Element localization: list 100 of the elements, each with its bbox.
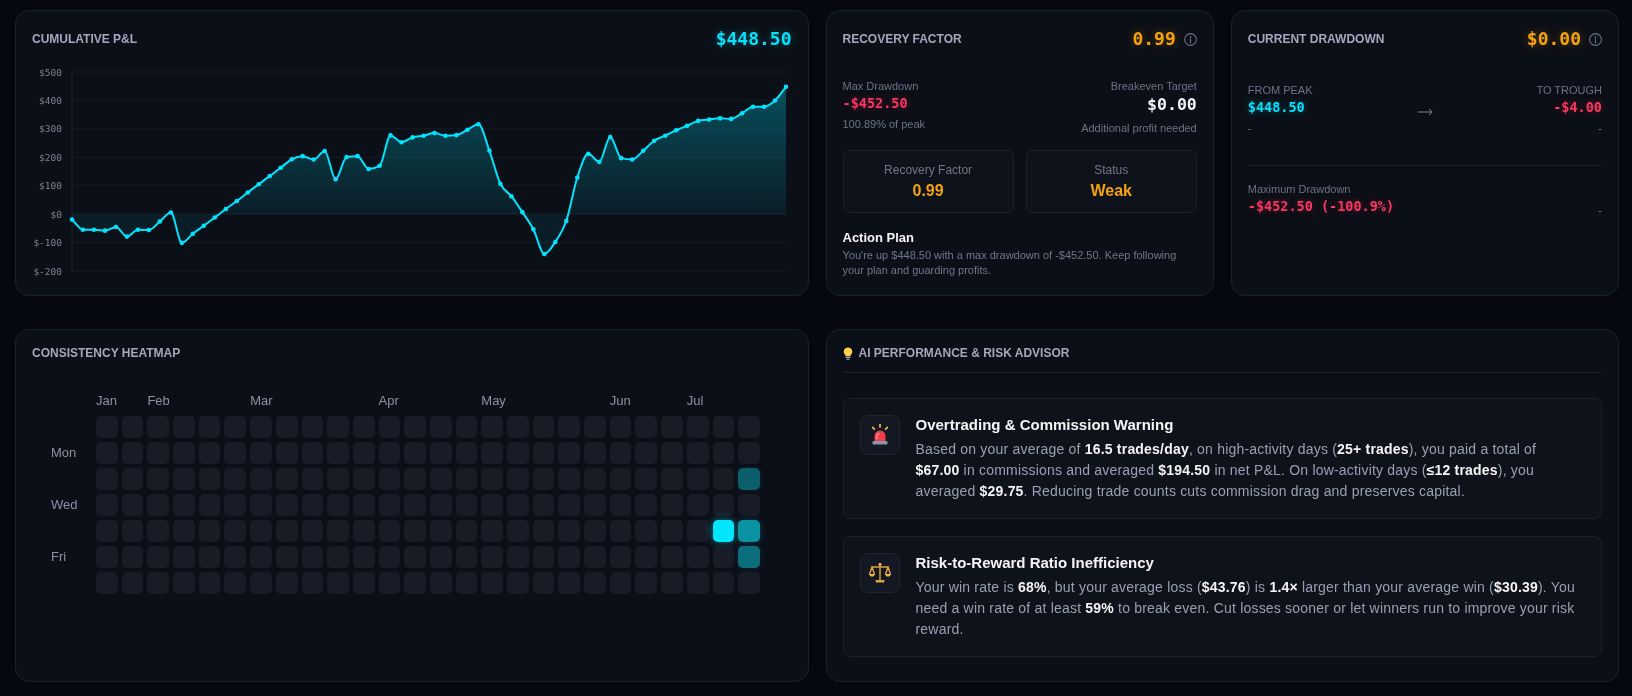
data-point [124, 234, 130, 239]
data-point [607, 134, 613, 140]
data-point [695, 118, 701, 124]
metric-label: Breakeven Target [1110, 79, 1197, 93]
total-pnl-value: $448.50 [715, 27, 792, 51]
metric-label: TO TROUGH [1536, 83, 1602, 97]
insight-title: Overtrading & Commission Warning [915, 415, 1175, 435]
data-point [465, 127, 470, 132]
data-point [311, 157, 316, 162]
month-label: Jun [609, 393, 631, 409]
data-point [520, 209, 525, 215]
data-point [190, 231, 196, 237]
data-point [223, 206, 229, 212]
data-point [256, 182, 262, 187]
data-point [399, 139, 404, 145]
data-point [135, 227, 141, 233]
metric-label: Max Drawdown [842, 79, 919, 93]
y-axis-label: $300 [39, 123, 62, 135]
data-point [640, 148, 646, 154]
data-point [553, 239, 558, 245]
y-axis-label: $400 [39, 94, 62, 106]
weekday-label: Wed [51, 497, 78, 514]
data-point [432, 130, 437, 136]
data-point [564, 218, 569, 224]
max-drawdown-value: -$452.50 [842, 94, 908, 113]
metric-note: Additional profit needed [1081, 120, 1197, 135]
metric-label: Maximum Drawdown [1247, 181, 1352, 196]
data-point [684, 123, 690, 129]
peak-value: $448.50 [1247, 98, 1305, 117]
data-point [586, 151, 591, 157]
data-point [322, 148, 327, 154]
data-point [421, 133, 426, 138]
data-point [212, 215, 218, 220]
data-point [531, 226, 536, 232]
data-point [113, 224, 119, 230]
y-axis-label: $0 [50, 208, 62, 220]
stat-label: Recovery Factor [884, 161, 973, 178]
card-title: AI PERFORMANCE & RISK ADVISOR [858, 345, 1070, 361]
y-axis-label: $-200 [33, 265, 62, 277]
insight-text: Your win rate is 68%, but your average loss ($43.76) is 1.4× larger than your average win ($30.39). You need a win rate of at least 59% to break even. Cut losses sooner or let winners run to improve your risk reward. [915, 578, 1576, 639]
data-point [443, 133, 448, 138]
action-plan-text: You're up $448.50 with a max drawdown of -$452.50. Keep following your plan and guarding profits. [842, 247, 1178, 278]
insight-text: Based on your average of 16.5 trades/day, on high-activity days (25+ trades), you paid a total of $67.00 in commissions and averaged $194.50 in net P&L. On low-activity days (≤12 trades), you averaged $29.75. Reducing trade counts cuts commission drag and preserves capital. [915, 440, 1538, 501]
weekday-label: Fri [51, 549, 67, 566]
metric-note: - [1598, 120, 1602, 135]
data-point [498, 181, 503, 186]
data-point [575, 175, 580, 180]
lightbulb-icon [842, 346, 853, 360]
recovery-factor-value: 0.99 [1132, 27, 1176, 51]
card-title: RECOVERY FACTOR [842, 31, 962, 47]
data-point [80, 227, 86, 233]
card-title: CUMULATIVE P&L [32, 31, 138, 47]
y-axis-label: $100 [39, 180, 62, 192]
max-drawdown-value: -$452.50 (-100.9%) [1247, 196, 1395, 216]
metric-note: - [1247, 120, 1252, 135]
data-point [278, 165, 283, 171]
scales-icon [859, 553, 900, 593]
data-point [717, 116, 723, 121]
stat-value: 0.99 [912, 180, 944, 201]
data-point [487, 148, 492, 154]
breakeven-value: $0.00 [1147, 94, 1197, 116]
data-point [783, 84, 789, 90]
data-point [333, 176, 338, 182]
siren-icon [859, 415, 900, 455]
data-point [618, 155, 624, 161]
data-point [102, 228, 108, 233]
card-title: CONSISTENCY HEATMAP [32, 345, 182, 361]
data-point [168, 210, 174, 215]
data-point [454, 132, 459, 138]
metric-note: 100.89% of peak [842, 116, 926, 131]
data-point [761, 104, 767, 109]
data-point [179, 240, 185, 246]
data-point [728, 116, 734, 122]
data-point [69, 217, 75, 222]
data-point [410, 135, 415, 140]
data-point [542, 251, 547, 257]
month-label: Jul [686, 393, 704, 409]
y-axis-label: $-100 [33, 237, 62, 249]
data-point [91, 227, 97, 233]
data-point [596, 159, 602, 165]
month-label: Feb [147, 393, 170, 409]
stat-value: Weak [1090, 180, 1132, 201]
y-axis-label: $200 [39, 151, 62, 163]
data-point [476, 122, 481, 127]
info-icon[interactable] [1589, 32, 1602, 46]
current-drawdown-value: $0.00 [1526, 27, 1581, 51]
data-point [201, 223, 207, 229]
card-title: CURRENT DRAWDOWN [1247, 31, 1385, 47]
data-point [355, 153, 360, 159]
data-point [300, 153, 305, 159]
trough-value: -$4.00 [1553, 98, 1602, 117]
info-icon[interactable] [1183, 32, 1197, 46]
month-label: Jan [96, 393, 117, 409]
data-point [509, 193, 514, 199]
month-label: May [481, 393, 506, 409]
data-point [245, 190, 251, 195]
stat-label: Status [1094, 161, 1129, 178]
data-point [377, 163, 382, 169]
data-point [750, 104, 756, 109]
data-point [673, 128, 679, 133]
